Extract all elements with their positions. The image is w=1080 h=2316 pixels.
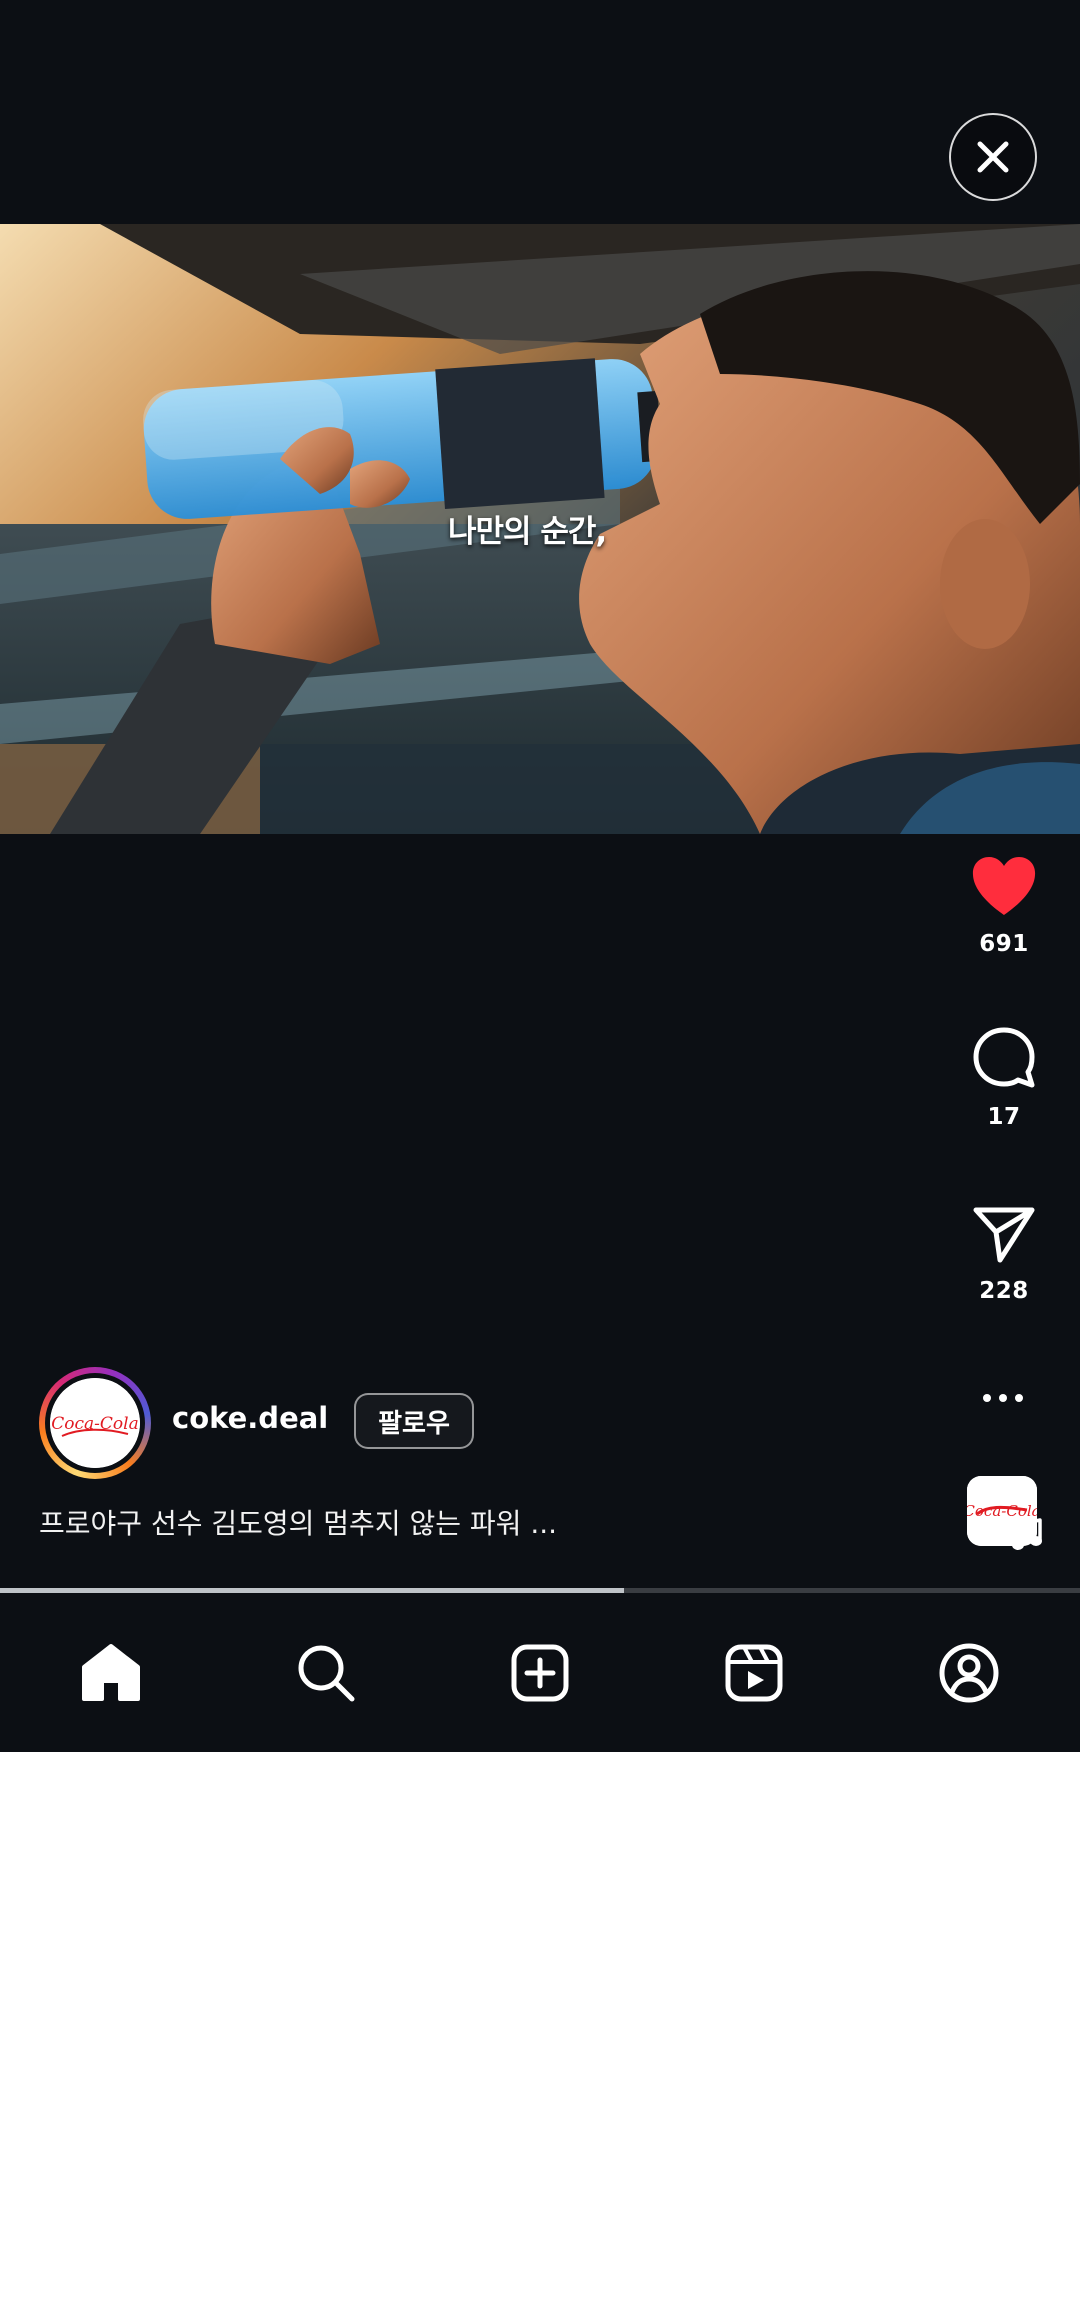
- post-caption[interactable]: 프로야구 선수 김도영의 멈추지 않는 파워 ...: [39, 1502, 557, 1542]
- video-player[interactable]: 나만의 순간,: [0, 224, 1080, 834]
- music-note-icon: [1012, 1518, 1042, 1550]
- like-button[interactable]: 691: [929, 855, 1079, 957]
- dot-icon: [1015, 1394, 1023, 1402]
- username[interactable]: coke.deal: [172, 1401, 328, 1435]
- reels-icon: [725, 1644, 783, 1701]
- share-count: 228: [979, 1278, 1029, 1304]
- comment-icon: [973, 1027, 1035, 1088]
- home-icon: [82, 1643, 141, 1701]
- like-count: 691: [979, 931, 1029, 957]
- close-icon: [977, 141, 1009, 173]
- dot-icon: [999, 1394, 1007, 1402]
- avatar-border: Coca-Cola: [45, 1373, 145, 1473]
- reels-viewer: 나만의 순간, 691 17 228 Coca-Cola Coca-Cola c…: [0, 0, 1080, 1752]
- video-subtitle: 나만의 순간,: [448, 514, 607, 550]
- follow-button[interactable]: 팔로우: [354, 1393, 474, 1449]
- profile-icon: [939, 1643, 999, 1702]
- more-options-button[interactable]: [963, 1380, 1043, 1416]
- dot-icon: [983, 1394, 991, 1402]
- comment-count: 17: [987, 1104, 1021, 1130]
- svg-text:Coca-Cola: Coca-Cola: [51, 1414, 138, 1434]
- coca-cola-logo-icon: Coca-Cola: [50, 1378, 140, 1468]
- share-button[interactable]: 228: [929, 1204, 1079, 1304]
- comment-button[interactable]: 17: [929, 1026, 1079, 1130]
- close-button[interactable]: [949, 113, 1037, 201]
- send-icon: [973, 1207, 1035, 1263]
- bottom-navigation: [0, 1593, 1080, 1752]
- avatar[interactable]: Coca-Cola: [39, 1367, 151, 1479]
- search-icon: [298, 1645, 355, 1701]
- nav-reels[interactable]: [694, 1613, 814, 1733]
- create-icon: [511, 1644, 569, 1701]
- nav-create[interactable]: [480, 1613, 600, 1733]
- nav-home[interactable]: [51, 1613, 171, 1733]
- nav-profile[interactable]: [909, 1613, 1029, 1733]
- avatar-image: Coca-Cola: [50, 1378, 140, 1468]
- heart-icon: [972, 857, 1036, 915]
- nav-search[interactable]: [266, 1613, 386, 1733]
